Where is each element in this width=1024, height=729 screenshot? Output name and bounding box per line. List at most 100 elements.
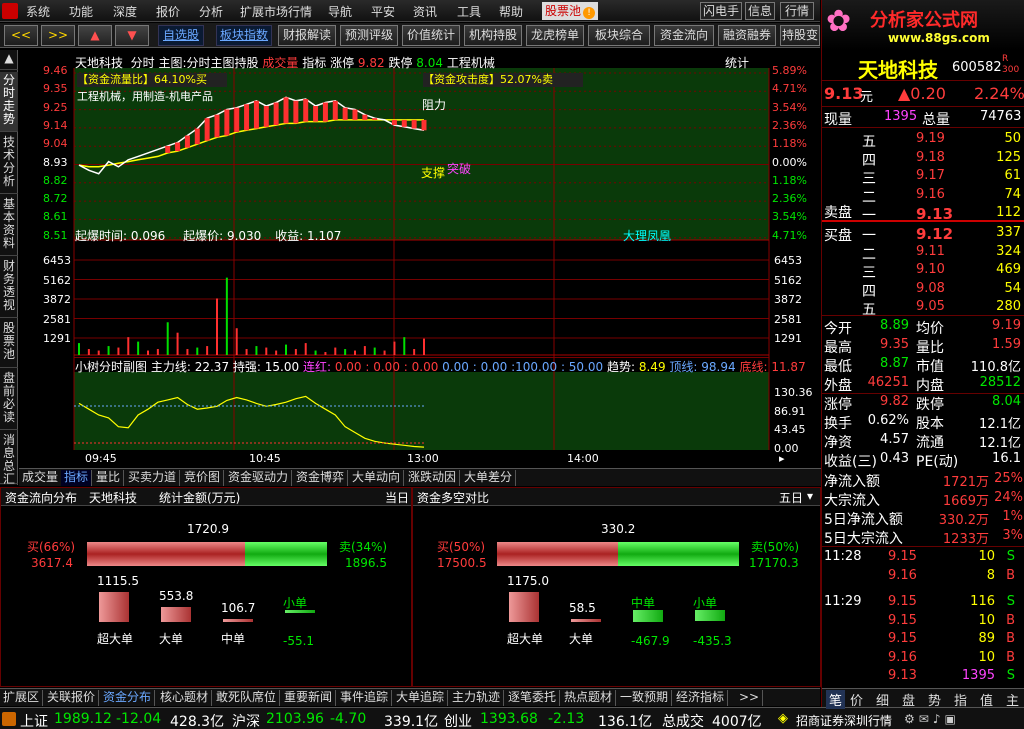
ask-row[interactable]: 四 9.18 125 [822,149,1024,169]
tab-hot-topic[interactable]: 热点题材 [561,690,617,706]
volume-series [78,277,425,355]
fund-flow-period[interactable]: 当日 [385,489,409,506]
tab-premarket[interactable]: 盘前必读 [0,370,18,430]
status-tray-icons[interactable]: ⚙✉♪▣ [904,712,960,726]
right-pct-tick: 0.00% [772,155,807,169]
ask-level: 一 [862,208,876,224]
tab-tick-order[interactable]: 逐笔委托 [505,690,561,706]
tab-related-quote[interactable]: 关联报价 [44,690,100,706]
tab-dare-seats[interactable]: 敢死队席位 [213,690,281,706]
tab-event-track[interactable]: 事件追踪 [337,690,393,706]
tab-fund-game[interactable]: 资金博弈 [293,470,349,486]
bid-row[interactable]: 二 9.11 324 [822,243,1024,263]
tab-big-order[interactable]: 大单动向 [349,470,405,486]
quote-button[interactable]: 行情 [780,2,814,20]
menu-item-depth[interactable]: 深度 [113,3,137,20]
tab-tick[interactable]: 笔 [826,690,846,709]
watchlist-link[interactable]: 自选股 [158,25,204,46]
menu-item-nav[interactable]: 导航 [328,3,352,20]
tab-big-order-track[interactable]: 大单追踪 [393,690,449,706]
tab-vol-ratio[interactable]: 量比 [93,470,125,486]
tab-finance[interactable]: 财务透视 [0,258,18,318]
info-button[interactable]: 信息 [745,2,775,20]
menu-item-tools[interactable]: 工具 [457,3,481,20]
report-button[interactable]: 财报解读 [278,25,336,46]
stat-label[interactable]: 统计 [725,54,749,71]
bid-row[interactable]: 三 9.10 469 [822,261,1024,281]
tab-big-diff[interactable]: 大单差分 [461,470,517,486]
sub-name[interactable]: 小树分时副图 [75,360,147,374]
inst-hold-button[interactable]: 机构持股 [464,25,522,46]
tab-trend[interactable]: 势 [928,690,941,709]
stat-label-b: 内盘 [916,378,944,394]
stat-label-b: PE(动) [916,454,959,470]
tab-main[interactable]: 主 [1006,690,1019,709]
value-stat-button[interactable]: 价值统计 [402,25,460,46]
menu-item-stock-pool[interactable]: 股票池! [542,2,599,20]
tab-index[interactable]: 指 [954,690,967,709]
fund-flow-button[interactable]: 资金流向 [654,25,714,46]
ask-row[interactable]: 三 9.17 61 [822,167,1024,187]
menu-item-system[interactable]: 系统 [26,3,50,20]
tab-stock-pool[interactable]: 股票池 [0,320,18,368]
chart-mode[interactable]: 分时 [131,56,155,70]
tab-volume[interactable]: 成交量 [19,470,63,486]
tab-technical[interactable]: 技术分析 [0,134,18,194]
period-dropdown-icon[interactable]: ▾ [807,489,813,503]
intraday-chart[interactable]: 天地科技 分时 主图:分时主图持股 成交量 指标 涨停 9.82 跌停 8.04… [19,50,821,468]
tab-ext-area[interactable]: 扩展区 [0,690,44,706]
bid-row[interactable]: 一 9.12 337 [822,224,1024,244]
menu-item-analysis[interactable]: 分析 [199,3,223,20]
chart-sector[interactable]: 工程机械 [447,56,495,70]
tab-book[interactable]: 盘 [902,690,915,709]
chart-more-button[interactable]: ▸ [779,452,785,465]
menu-item-function[interactable]: 功能 [69,3,93,20]
stat-value-b: 9.19 [992,318,1021,333]
tab-fundamentals[interactable]: 基本资料 [0,196,18,256]
margin-button[interactable]: 融资融券 [718,25,776,46]
tab-consensus[interactable]: 一致预期 [617,690,673,706]
menu-item-pingan[interactable]: 平安 [371,3,395,20]
menu-item-ext-market[interactable]: 扩展市场行情 [240,3,312,20]
scroll-up-icon[interactable]: ▲ [0,50,18,70]
next-page-button[interactable]: >> [41,25,75,46]
tab-value[interactable]: 值 [980,690,993,709]
ask-row[interactable]: 二 9.16 74 [822,186,1024,206]
down-arrow-button[interactable]: ▼ [115,25,149,46]
sector-index-link[interactable]: 板块指数 [216,25,272,46]
menu-item-news[interactable]: 资讯 [413,3,437,20]
tab-messages[interactable]: 消息总汇 [0,432,18,486]
dragon-tiger-button[interactable]: 龙虎榜单 [526,25,584,46]
long-short-period[interactable]: 五日 [779,489,803,506]
forecast-button[interactable]: 预测评级 [340,25,398,46]
bid-row[interactable]: 五 9.05 280 [822,298,1024,318]
tab-fund-dist[interactable]: 资金分布 [100,690,156,706]
tab-core-topic[interactable]: 核心题材 [157,690,213,706]
ask-row[interactable]: 五 9.19 50 [822,130,1024,150]
tab-change-cause[interactable]: 涨跌动因 [405,470,461,486]
bid-row[interactable]: 四 9.08 54 [822,280,1024,300]
tab-price[interactable]: 价 [850,690,863,709]
menu-item-help[interactable]: 帮助 [499,3,523,20]
tab-important-news[interactable]: 重要新闻 [281,690,337,706]
chart-indicator-label[interactable]: 指标 [302,56,326,70]
prev-page-button[interactable]: << [4,25,38,46]
menu-item-quote[interactable]: 报价 [156,3,180,20]
stat-label-a: 最低 [824,359,852,375]
flash-trade-button[interactable]: 闪电手 [700,2,742,20]
chart-main-label[interactable]: 主图:分时主图持股 [159,56,259,70]
sector-combo-button[interactable]: 板块综合 [588,25,650,46]
chart-vol-label[interactable]: 成交量 [262,56,298,70]
tab-indicator[interactable]: 指标 [61,470,93,486]
tab-buy-sell-force[interactable]: 买卖力道 [125,470,181,486]
tab-main-force[interactable]: 主力轨迹 [449,690,505,706]
tab-economic[interactable]: 经济指标 [673,690,729,706]
tab-intraday[interactable]: 分时走势 [0,72,18,132]
tab-detail[interactable]: 细 [876,690,889,709]
holding-change-button[interactable]: 持股变 [780,25,820,46]
tab-fund-drive[interactable]: 资金驱动力 [225,470,293,486]
bottom-tabs-more-button[interactable]: >> [736,690,764,706]
tab-auction[interactable]: 竞价图 [181,470,225,486]
category-value: -55.1 [283,634,315,648]
up-arrow-button[interactable]: ▲ [78,25,112,46]
